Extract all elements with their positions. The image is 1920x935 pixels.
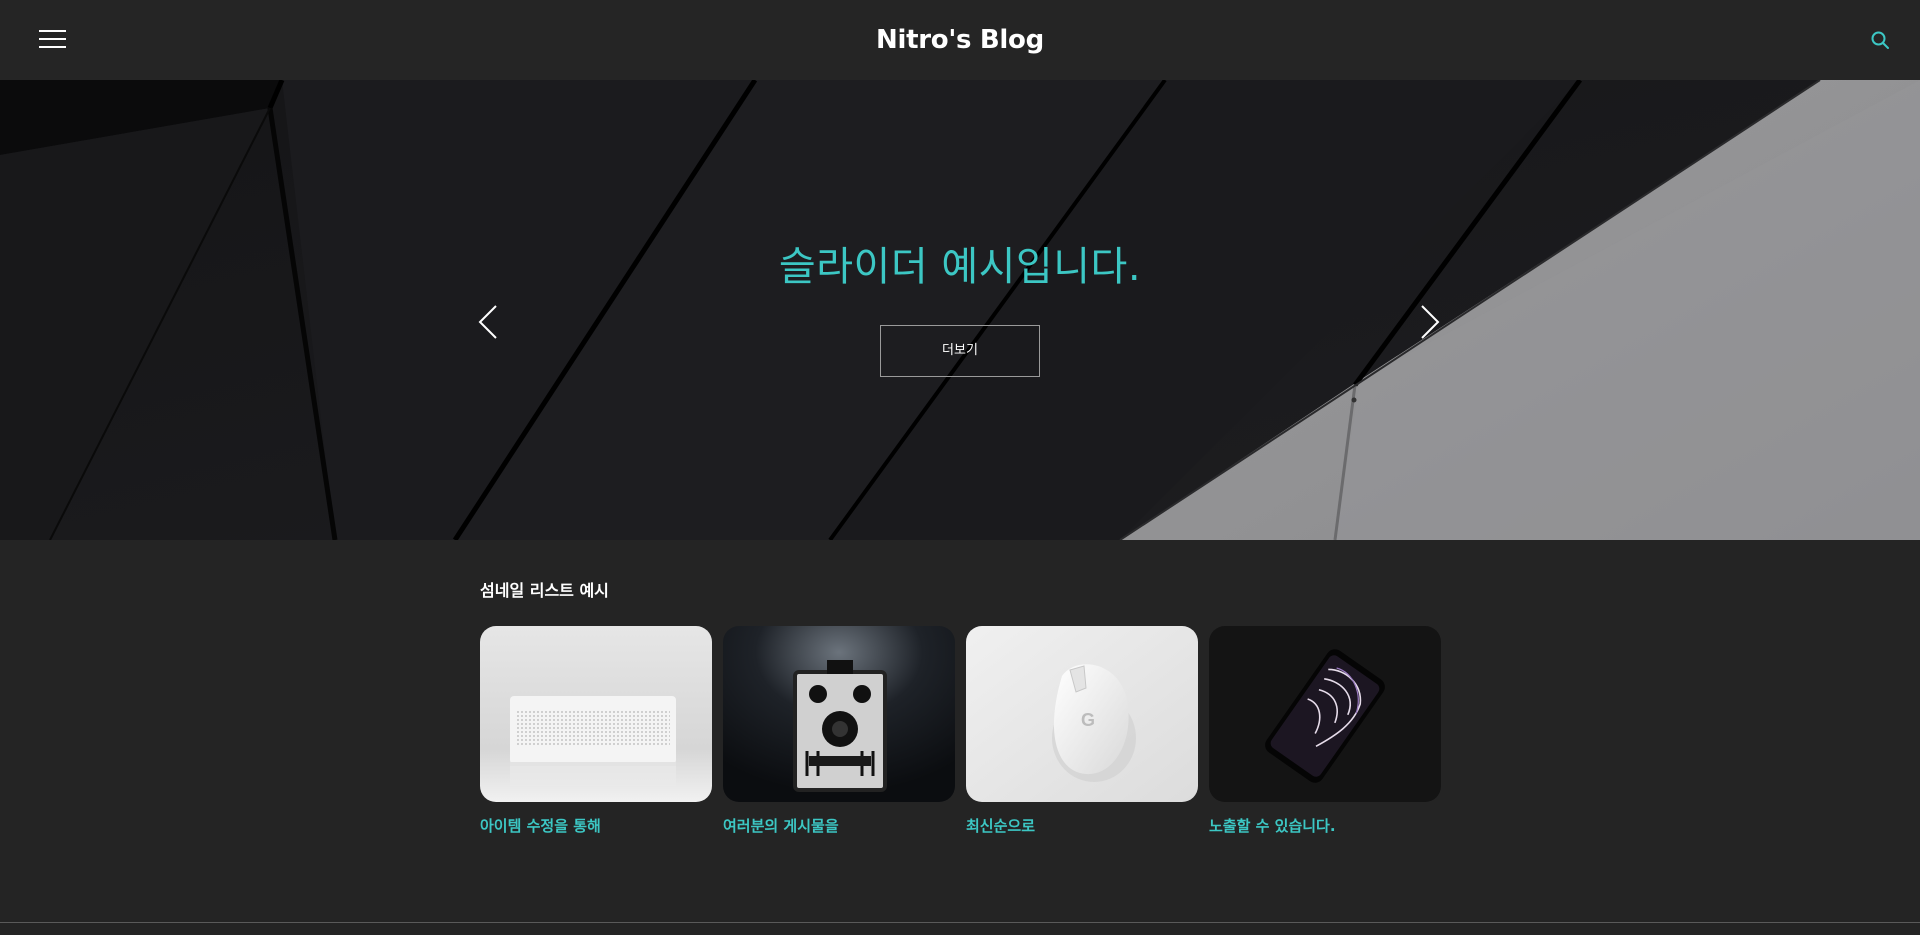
vintage-camera-image[interactable] <box>723 626 955 802</box>
thumbnail-card[interactable]: 노출할 수 있습니다. <box>1209 626 1441 838</box>
white-mouse-image[interactable]: G <box>966 626 1198 802</box>
hero-title: 슬라이더 예시입니다. <box>778 244 1142 290</box>
hero-background-image <box>0 80 1920 540</box>
thumbnail-label[interactable]: 아이템 수정을 통해 <box>480 814 712 838</box>
site-header: Nitro's Blog <box>0 0 1920 80</box>
thumbnail-label[interactable]: 노출할 수 있습니다. <box>1209 814 1441 838</box>
chevron-left-icon[interactable] <box>476 302 500 342</box>
thumbnail-card[interactable]: G 최신순으로 <box>966 626 1198 838</box>
thumbnail-card[interactable]: 여러분의 게시물을 <box>723 626 955 838</box>
white-speaker-image[interactable] <box>480 626 712 802</box>
site-title[interactable]: Nitro's Blog <box>0 23 1920 57</box>
smartphone-image[interactable] <box>1209 626 1441 802</box>
thumbnail-section-title: 섬네일 리스트 예시 <box>480 581 609 600</box>
thumbnail-card[interactable]: 아이템 수정을 통해 <box>480 626 712 838</box>
chevron-right-icon[interactable] <box>1418 302 1442 342</box>
thumbnail-label[interactable]: 최신순으로 <box>966 814 1198 838</box>
thumbnail-label[interactable]: 여러분의 게시물을 <box>723 814 955 838</box>
footer-divider <box>0 922 1920 923</box>
search-icon[interactable] <box>1870 30 1890 50</box>
more-button[interactable]: 더보기 <box>880 325 1040 377</box>
hero-slider: 슬라이더 예시입니다. 더보기 <box>0 80 1920 540</box>
svg-text:G: G <box>1081 710 1095 730</box>
